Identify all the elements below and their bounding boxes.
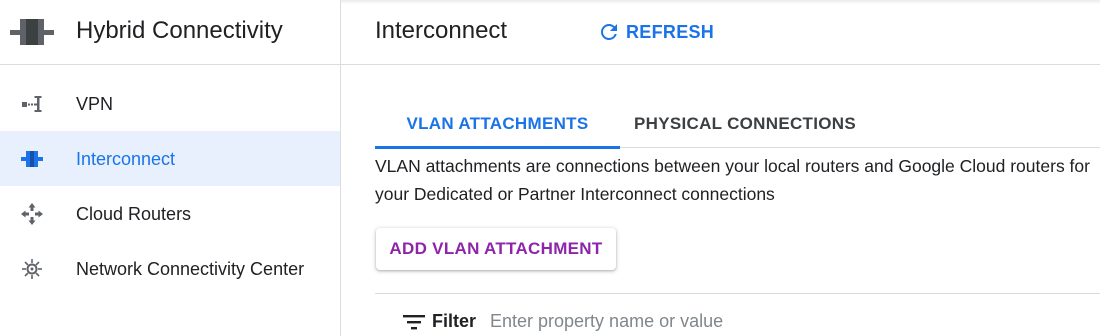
refresh-label: REFRESH [626,21,715,42]
vpn-icon [22,96,42,112]
refresh-button[interactable]: REFRESH [597,18,714,46]
filter-label: Filter [432,311,477,331]
network-hub-icon [22,259,42,279]
tab-description: VLAN attachments are connections between… [375,156,1090,204]
filter-icon [403,315,425,330]
page-header: Interconnect REFRESH [341,0,1100,65]
page-title: Interconnect [375,17,508,44]
sidebar-item-label: Cloud Routers [76,204,192,224]
sidebar-item-vpn[interactable]: VPN [0,76,340,131]
tab-vlan-attachments[interactable]: VLAN ATTACHMENTS [375,99,620,149]
sidebar-item-label: Network Connectivity Center [76,259,305,279]
sidebar-header: Hybrid Connectivity [0,0,340,65]
interconnect-icon [21,151,43,167]
add-vlan-attachment-button[interactable]: ADD VLAN ATTACHMENT [376,228,616,270]
product-title: Hybrid Connectivity [76,17,283,44]
refresh-icon [601,24,617,40]
filter-input[interactable] [490,307,1090,335]
tab-bar: VLAN ATTACHMENTS PHYSICAL CONNECTIONS [375,99,1100,149]
cloud-router-icon [21,203,43,225]
sidebar: Hybrid Connectivity VPN Interconnect Clo… [0,0,341,336]
sidebar-item-network-connectivity-center[interactable]: Network Connectivity Center [0,241,340,296]
sidebar-item-label: Interconnect [76,149,176,169]
tab-physical-connections[interactable]: PHYSICAL CONNECTIONS [620,99,870,148]
sidebar-item-cloud-routers[interactable]: Cloud Routers [0,186,340,241]
interconnect-icon [10,19,54,45]
sidebar-item-label: VPN [76,94,114,114]
sidebar-item-interconnect[interactable]: Interconnect [0,131,340,186]
filter-bar: Filter [375,294,1100,336]
